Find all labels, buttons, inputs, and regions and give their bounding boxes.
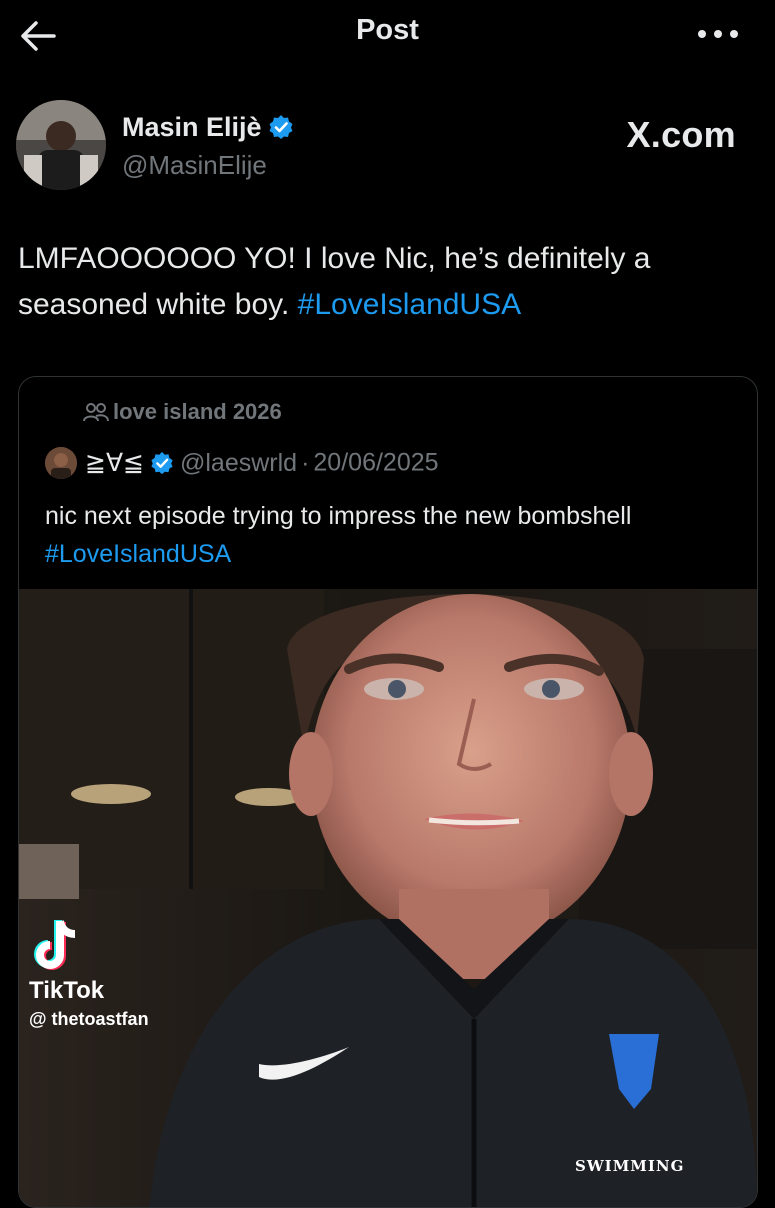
community-name: love island 2026 xyxy=(113,399,282,424)
quote-author-row: ≧∀≦ @laeswrld · 20/06/2025 xyxy=(45,447,439,483)
quote-hashtag-link[interactable]: #LoveIslandUSA xyxy=(45,540,231,568)
tiktok-username: @ thetoastfan xyxy=(29,1009,149,1029)
quote-text: nic next episode trying to impress the n… xyxy=(45,502,632,530)
community-label[interactable]: love island 2026 xyxy=(83,399,282,425)
author-handle[interactable]: @MasinElije xyxy=(122,150,267,181)
post-body: LMFAOOOOOO YO! I love Nic, he’s definite… xyxy=(18,236,758,328)
community-people-icon xyxy=(83,402,109,422)
author-avatar[interactable] xyxy=(16,100,106,190)
page-title: Post xyxy=(356,14,419,46)
quote-body: nic next episode trying to impress the n… xyxy=(45,497,725,573)
separator-dot: · xyxy=(301,448,310,477)
quoted-post-card[interactable]: love island 2026 ≧∀≦ @laeswrld · 20/06/2025… xyxy=(18,376,758,1208)
video-thumbnail[interactable]: TikTok @ thetoastfan SWIMMING xyxy=(19,589,757,1207)
tiktok-watermark: TikTok xyxy=(29,977,105,1004)
post-hashtag-link[interactable]: #LoveIslandUSA xyxy=(298,288,521,321)
shirt-print-text: SWIMMING xyxy=(575,1157,685,1175)
quote-verified-badge-icon xyxy=(150,451,174,475)
video-frame-image xyxy=(19,589,757,1207)
quote-author-handle[interactable]: @laeswrld xyxy=(180,449,297,477)
x-com-watermark: X.com xyxy=(626,114,736,155)
post-author: Masin Elijè @MasinElije X.com xyxy=(16,100,756,192)
quote-date[interactable]: 20/06/2025 xyxy=(313,449,438,477)
top-bar: Post xyxy=(0,0,775,72)
quote-author-name[interactable]: ≧∀≦ xyxy=(85,449,144,477)
tiktok-logo-icon xyxy=(33,917,83,975)
verified-badge-icon xyxy=(268,114,294,140)
author-name[interactable]: Masin Elijè xyxy=(122,112,294,143)
quote-author-avatar[interactable] xyxy=(45,447,77,479)
more-options-icon[interactable] xyxy=(695,22,741,46)
author-display-name: Masin Elijè xyxy=(122,112,262,142)
